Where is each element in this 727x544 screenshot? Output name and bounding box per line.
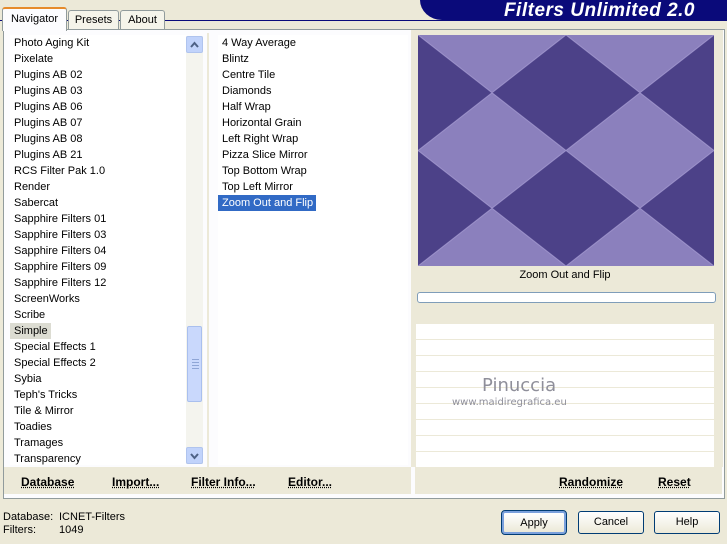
list-item[interactable]: Plugins AB 02 xyxy=(10,67,83,83)
tab-label: Presets xyxy=(74,14,113,26)
cancel-button[interactable]: Cancel xyxy=(578,511,644,534)
list-item[interactable]: Pixelate xyxy=(10,51,53,67)
list-item[interactable]: Pizza Slice Mirror xyxy=(218,147,308,163)
tab-about[interactable]: About xyxy=(120,10,165,29)
chevron-down-icon xyxy=(190,453,199,460)
randomize-link[interactable]: Randomize xyxy=(559,475,623,489)
list-item[interactable]: Diamonds xyxy=(218,83,272,99)
scroll-up-button[interactable] xyxy=(186,36,203,53)
list-item[interactable]: Centre Tile xyxy=(218,67,275,83)
list-item[interactable]: Blintz xyxy=(218,51,249,67)
import-link[interactable]: Import... xyxy=(112,475,159,489)
list-item[interactable]: Plugins AB 06 xyxy=(10,99,83,115)
list-item[interactable]: Sapphire Filters 12 xyxy=(10,275,106,291)
database-value: ICNET-Filters xyxy=(59,511,125,523)
category-scrollbar[interactable] xyxy=(186,36,203,464)
scroll-down-button[interactable] xyxy=(186,447,203,464)
scroll-thumb[interactable] xyxy=(187,326,202,402)
tab-label: About xyxy=(128,14,157,26)
param-slot xyxy=(416,372,714,388)
chevron-up-icon xyxy=(190,41,199,48)
database-link[interactable]: Database xyxy=(21,475,74,489)
list-item[interactable]: Sabercat xyxy=(10,195,58,211)
param-slot xyxy=(416,340,714,356)
list-item[interactable]: Toadies xyxy=(10,419,52,435)
list-item[interactable]: RCS Filter Pak 1.0 xyxy=(10,163,105,179)
tab-label: Navigator xyxy=(10,13,59,25)
list-item[interactable]: Special Effects 1 xyxy=(10,339,96,355)
watermark-url: www.maidiregrafica.eu xyxy=(452,397,567,408)
list-item[interactable]: Plugins AB 08 xyxy=(10,131,83,147)
list-item[interactable]: Plugins AB 03 xyxy=(10,83,83,99)
watermark-text: Pinuccia xyxy=(482,375,557,396)
help-button[interactable]: Help xyxy=(654,511,720,534)
editor-link[interactable]: Editor... xyxy=(288,475,332,489)
list-item[interactable]: Sapphire Filters 04 xyxy=(10,243,106,259)
tab-presets[interactable]: Presets xyxy=(68,10,119,29)
filters-label: Filters: xyxy=(3,524,36,536)
param-slot xyxy=(416,356,714,372)
filter-info-link[interactable]: Filter Info... xyxy=(191,475,256,489)
param-slot xyxy=(416,452,714,468)
database-label: Database: xyxy=(3,511,54,523)
app-title: Filters Unlimited 2.0 xyxy=(503,0,695,21)
list-item[interactable]: Tramages xyxy=(10,435,63,451)
list-item[interactable]: 4 Way Average xyxy=(218,35,296,51)
tab-navigator[interactable]: Navigator xyxy=(2,7,67,31)
preview-caption: Zoom Out and Flip xyxy=(519,269,611,281)
list-item[interactable]: Special Effects 2 xyxy=(10,355,96,371)
list-item[interactable]: Tile & Mirror xyxy=(10,403,73,419)
list-item[interactable]: Photo Aging Kit xyxy=(10,35,89,51)
param-slot xyxy=(416,436,714,452)
apply-button[interactable]: Apply xyxy=(501,510,567,535)
param-slot xyxy=(416,324,714,340)
list-item[interactable]: Sapphire Filters 09 xyxy=(10,259,106,275)
category-list[interactable]: Photo Aging Kit Pixelate Plugins AB 02 Plug… xyxy=(10,35,187,465)
list-item[interactable]: Left Right Wrap xyxy=(218,131,298,147)
list-item[interactable]: Teph's Tricks xyxy=(10,387,77,403)
list-item[interactable]: Scribe xyxy=(10,307,45,323)
list-item[interactable]: Plugins AB 21 xyxy=(10,147,83,163)
list-item[interactable]: Top Left Mirror xyxy=(218,179,293,195)
list-item[interactable]: Sybia xyxy=(10,371,42,387)
reset-link[interactable]: Reset xyxy=(658,475,691,489)
list-item[interactable]: Sapphire Filters 01 xyxy=(10,211,106,227)
param-header xyxy=(416,304,714,324)
filter-list[interactable]: 4 Way Average Blintz Centre Tile Diamonds Ha… xyxy=(218,35,408,465)
list-item[interactable]: Sapphire Filters 03 xyxy=(10,227,106,243)
list-item[interactable]: Half Wrap xyxy=(218,99,271,115)
filters-count: 1049 xyxy=(59,524,84,536)
list-item[interactable]: Plugins AB 07 xyxy=(10,115,83,131)
list-item[interactable]: Top Bottom Wrap xyxy=(218,163,307,179)
preview-image xyxy=(418,35,714,266)
list-item[interactable]: Render xyxy=(10,179,50,195)
list-item[interactable]: Simple xyxy=(10,323,51,339)
list-divider xyxy=(207,33,209,467)
title-banner: Filters Unlimited 2.0 xyxy=(420,0,727,21)
list-item[interactable]: Horizontal Grain xyxy=(218,115,301,131)
list-item[interactable]: Transparency xyxy=(10,451,81,465)
list-item[interactable]: Zoom Out and Flip xyxy=(218,195,317,211)
list-item[interactable]: ScreenWorks xyxy=(10,291,80,307)
progress-bar xyxy=(417,292,716,303)
param-slot xyxy=(416,420,714,436)
